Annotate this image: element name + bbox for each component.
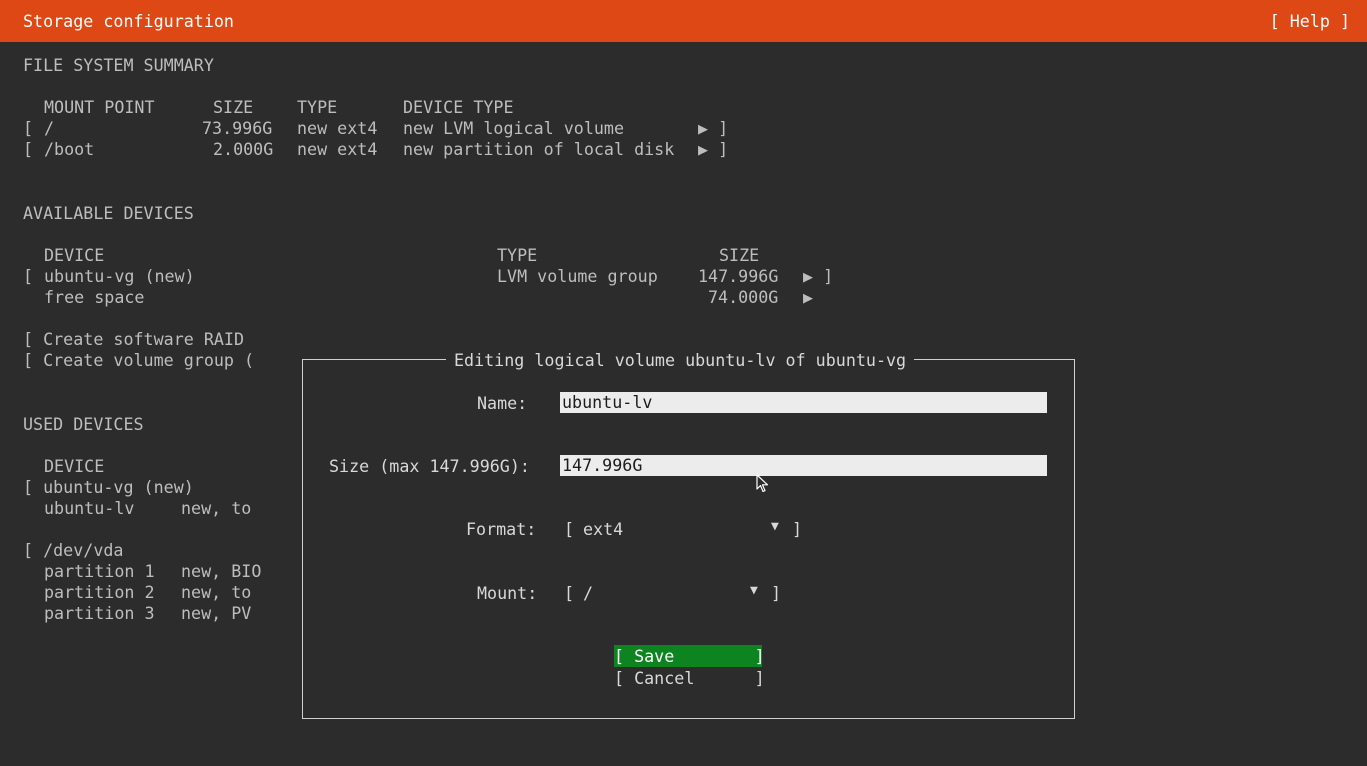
row-menu-arrow-icon[interactable]: ▶ ] [698, 118, 728, 138]
row-menu-arrow-icon[interactable]: ▶ [803, 287, 813, 307]
select-bracket-close: ] [771, 583, 782, 603]
create-software-raid-button[interactable]: [ Create software RAID [23, 329, 244, 349]
partition-info: new, BIO [181, 561, 262, 581]
mouse-pointer-icon [756, 474, 770, 498]
header-bar: Storage configuration [ Help ] [0, 0, 1367, 42]
help-button[interactable]: [ Help ] [1270, 11, 1350, 32]
fs-type: new ext4 [297, 118, 378, 138]
select-bracket-open: [ [564, 519, 575, 539]
free-space-label: free space [44, 287, 145, 307]
save-button[interactable]: [ Save ] [614, 645, 765, 667]
format-value: ext4 [583, 519, 624, 539]
partition-info: new, to [181, 582, 252, 602]
create-volume-group-button[interactable]: [ Create volume group ( [23, 350, 254, 370]
col-size: SIZE [719, 245, 760, 265]
col-device-type: DEVICE TYPE [403, 97, 514, 117]
col-device: DEVICE [44, 245, 105, 265]
mount-value: / [583, 583, 594, 603]
size: 73.996G [202, 118, 273, 138]
device-name: ubuntu-vg (new) [44, 266, 195, 286]
partition-name: partition 2 [44, 582, 155, 602]
row-menu-arrow-icon[interactable]: ▶ ] [803, 266, 833, 286]
mount-label: Mount: [477, 583, 538, 603]
col-size: SIZE [213, 97, 254, 117]
partition-info: new, PV [181, 603, 252, 623]
available-devices-heading: AVAILABLE DEVICES [23, 203, 194, 223]
size-input[interactable]: 147.996G [560, 455, 1047, 476]
col-device: DEVICE [44, 456, 105, 476]
device-size: 147.996G [698, 266, 779, 286]
mount-point: /boot [44, 139, 95, 159]
free-space-size: 74.000G [708, 287, 779, 307]
size: 2.000G [213, 139, 274, 159]
cancel-button[interactable]: [ Cancel ] [614, 667, 765, 689]
row-bracket: [ [23, 139, 34, 159]
used-row-ubuntu-vg[interactable]: [ ubuntu-vg (new) [23, 477, 194, 497]
used-row-dev-vda[interactable]: [ /dev/vda [23, 540, 123, 560]
used-devices-heading: USED DEVICES [23, 414, 144, 434]
chevron-down-icon: ▼ [750, 583, 758, 598]
col-type: TYPE [297, 97, 338, 117]
chevron-down-icon: ▼ [771, 519, 779, 534]
fs-summary-heading: FILE SYSTEM SUMMARY [23, 55, 214, 75]
mount-point: / [44, 118, 55, 138]
size-label: Size (max 147.996G): [329, 456, 530, 476]
row-menu-arrow-icon[interactable]: ▶ ] [698, 139, 728, 159]
format-label: Format: [466, 519, 537, 539]
page-title: Storage configuration [23, 11, 234, 31]
dialog-title: Editing logical volume ubuntu-lv of ubun… [446, 350, 915, 371]
select-bracket-close: ] [792, 519, 803, 539]
installer-screen: Storage configuration [ Help ] FILE SYST… [0, 0, 1367, 766]
select-bracket-open: [ [564, 583, 575, 603]
col-type: TYPE [497, 245, 538, 265]
name-label: Name: [477, 393, 528, 413]
used-lv-name: ubuntu-lv [44, 498, 135, 518]
device-type: new LVM logical volume [403, 118, 625, 138]
row-bracket: [ [23, 118, 34, 138]
fs-type: new ext4 [297, 139, 378, 159]
partition-name: partition 3 [44, 603, 155, 623]
device-type: new partition of local disk [403, 139, 675, 159]
device-type: LVM volume group [497, 266, 658, 286]
col-mount-point: MOUNT POINT [44, 97, 155, 117]
used-lv-info: new, to [181, 498, 252, 518]
row-bracket: [ [23, 266, 34, 286]
name-input[interactable]: ubuntu-lv [560, 392, 1047, 413]
partition-name: partition 1 [44, 561, 155, 581]
